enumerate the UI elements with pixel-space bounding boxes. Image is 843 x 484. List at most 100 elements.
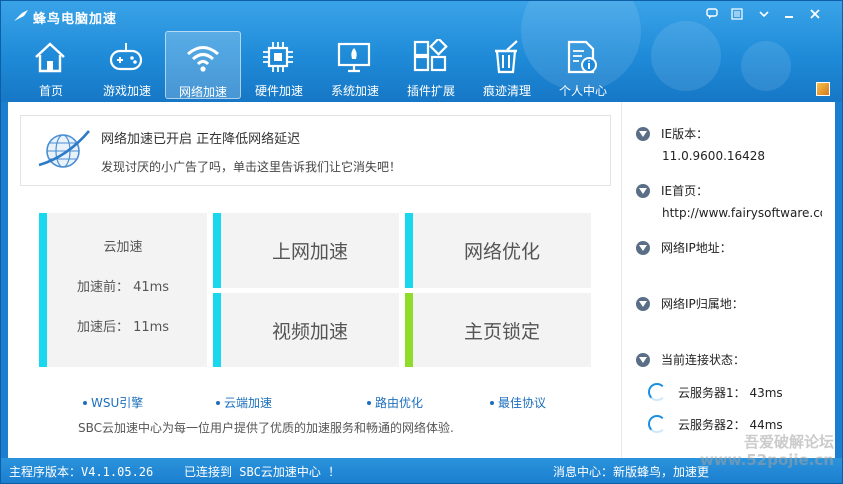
nav-plugins[interactable]: 插件扩展 <box>393 31 469 99</box>
internet-boost-tile[interactable]: 上网加速 <box>213 213 399 288</box>
nav-hardware-boost[interactable]: 硬件加速 <box>241 31 317 99</box>
monitor-rocket-icon <box>337 42 371 73</box>
chevron-down-icon <box>636 127 650 141</box>
ie-homepage-value: http://www.fairysoftware.com <box>662 206 822 220</box>
ie-homepage-label: IE首页： <box>661 184 709 198</box>
tile-accent-bar <box>405 213 413 288</box>
loading-spinner-icon <box>648 415 666 433</box>
wsu-engine-link[interactable]: WSU引擎 <box>83 394 143 411</box>
tile-accent-bar <box>213 213 221 288</box>
link-label: 路由优化 <box>375 396 424 410</box>
notice-box[interactable]: 网络加速已开启 正在降低网络延迟 发现讨厌的小广告了吗，单击这里告诉我们让它消失… <box>20 115 611 186</box>
network-boost-panel: 网络加速已开启 正在降低网络延迟 发现讨厌的小广告了吗，单击这里告诉我们让它消失… <box>8 102 621 458</box>
cloud-after-latency: 加速后： 11ms <box>76 320 170 335</box>
network-optimize-tile[interactable]: 网络优化 <box>405 213 591 288</box>
wifi-icon <box>187 46 219 72</box>
menu-list-icon <box>731 8 743 20</box>
nav-label: 系统加速 <box>330 84 379 98</box>
menu-button[interactable] <box>726 5 748 23</box>
ip-address-label: 网络IP地址： <box>661 241 732 255</box>
nav-game-boost[interactable]: 游戏加速 <box>89 31 165 99</box>
cloud-title: 云加速 <box>103 240 143 255</box>
nav-personal-center[interactable]: 个人中心 <box>545 31 621 99</box>
main-nav: 首页 游戏加速 网络加速 硬件加速 系统加速 插件扩展 痕迹清理 个人中心 <box>13 31 621 102</box>
nav-network-boost[interactable]: 网络加速 <box>165 31 241 99</box>
nav-label: 硬件加速 <box>254 84 303 98</box>
nav-label: 游戏加速 <box>102 84 151 98</box>
cloud-boost-link[interactable]: 云端加速 <box>216 394 272 411</box>
tile-label: 上网加速 <box>271 241 348 263</box>
connection-status-label: 当前连接状态： <box>661 353 746 367</box>
video-boost-tile[interactable]: 视频加速 <box>213 293 399 367</box>
chevron-down-icon <box>636 184 650 198</box>
ip-location-label: 网络IP归属地： <box>661 297 744 311</box>
ie-version-value: 11.0.9600.16428 <box>662 149 766 163</box>
nav-trace-clean[interactable]: 痕迹清理 <box>469 31 545 99</box>
chat-icon <box>706 8 718 19</box>
bullet <box>216 400 220 405</box>
header: 蜂鸟电脑加速 首页 游戏加速 网络加速 硬件加速 系统加速 插件扩展 痕迹清理 … <box>1 1 842 102</box>
app-window: 蜂鸟电脑加速 首页 游戏加速 网络加速 硬件加速 系统加速 插件扩展 痕迹清理 … <box>0 0 843 484</box>
nav-system-boost[interactable]: 系统加速 <box>317 31 393 99</box>
info-panel: IE版本： 11.0.9600.16428 IE首页： http://www.f… <box>621 102 835 458</box>
link-label: 云端加速 <box>224 396 273 410</box>
hummingbird-logo-icon <box>14 10 28 21</box>
loading-spinner-icon <box>648 383 666 401</box>
home-icon <box>35 42 65 73</box>
title-bar[interactable]: 蜂鸟电脑加速 <box>1 1 842 31</box>
watermark: 吾爱破解论坛 www.52pojie.cn <box>700 433 834 469</box>
notice-ad-report-link[interactable]: 发现讨厌的小广告了吗，单击这里告诉我们让它消失吧！ <box>101 158 401 175</box>
cloud-boost-tile: 云加速 加速前： 41ms 加速后： 11ms <box>39 213 207 367</box>
tile-accent-bar <box>213 293 221 367</box>
bullet <box>83 400 87 405</box>
main-content: 网络加速已开启 正在降低网络延迟 发现讨厌的小广告了吗，单击这里告诉我们让它消失… <box>8 102 835 458</box>
bullet <box>490 400 494 405</box>
feature-links: WSU引擎 云端加速 路由优化 最佳协议 <box>8 394 621 414</box>
dropdown-button[interactable] <box>753 5 775 23</box>
profile-doc-icon <box>567 40 597 74</box>
link-label: WSU引擎 <box>91 396 144 410</box>
cloud-before-latency: 加速前： 41ms <box>76 280 170 295</box>
best-protocol-link[interactable]: 最佳协议 <box>490 394 546 411</box>
feedback-button[interactable] <box>701 5 723 23</box>
app-title: 蜂鸟电脑加速 <box>33 12 118 27</box>
connection-status: 已连接到 SBC云加速中心 ！ <box>184 465 341 479</box>
server-latency: 云服务器1： 43ms <box>678 386 783 400</box>
tile-accent-bar <box>405 293 413 367</box>
tile-label: 视频加速 <box>271 320 348 343</box>
router-optimize-link[interactable]: 路由优化 <box>367 394 423 411</box>
nav-home[interactable]: 首页 <box>13 31 89 99</box>
message-center[interactable]: 消息中心：新版蜂鸟，加速更 <box>553 463 709 480</box>
program-version: 主程序版本：V4.1.05.26 <box>9 465 154 479</box>
close-icon <box>810 9 820 19</box>
trash-broom-icon <box>495 40 518 74</box>
chevron-down-icon <box>636 297 650 311</box>
link-label: 最佳协议 <box>498 396 547 410</box>
ie-version-label: IE版本： <box>661 127 709 141</box>
service-description: SBC云加速中心为每一位用户提供了优质的加速服务和畅通的网络体验. <box>78 421 454 435</box>
globe-icon <box>38 130 90 168</box>
nav-label: 首页 <box>38 84 63 98</box>
chevron-down-icon <box>636 353 650 367</box>
watermark-line: 吾爱破解论坛 <box>743 433 834 451</box>
tile-label: 网络优化 <box>463 241 540 263</box>
notice-title: 网络加速已开启 正在降低网络延迟 <box>101 132 301 147</box>
tile-label: 主页锁定 <box>463 320 540 343</box>
server-latency: 云服务器2： 44ms <box>678 418 783 432</box>
watermark-line: www.52pojie.cn <box>700 451 834 469</box>
nav-label: 个人中心 <box>558 84 607 98</box>
skin-button[interactable] <box>816 82 830 96</box>
header-decoration <box>651 21 721 91</box>
homepage-lock-tile[interactable]: 主页锁定 <box>405 293 591 367</box>
nav-label: 插件扩展 <box>406 84 455 98</box>
chip-icon <box>263 42 293 72</box>
chevron-down-icon <box>636 241 650 255</box>
close-button[interactable] <box>804 5 826 23</box>
minimize-icon <box>785 16 793 18</box>
bullet <box>367 400 371 405</box>
gamepad-icon <box>109 43 143 71</box>
nav-label: 网络加速 <box>178 85 227 99</box>
puzzle-icon <box>413 39 448 72</box>
minimize-button[interactable] <box>778 5 800 23</box>
nav-label: 痕迹清理 <box>482 84 531 98</box>
